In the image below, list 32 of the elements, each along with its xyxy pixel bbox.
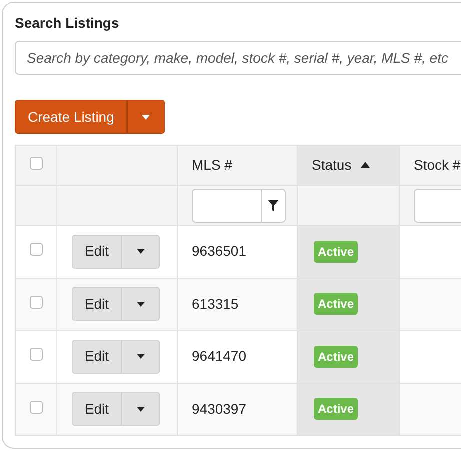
caret-icon (136, 302, 144, 307)
caret-icon (136, 354, 144, 360)
edit-button[interactable]: Edit (72, 234, 122, 269)
caret-icon (142, 114, 150, 120)
column-header[interactable]: Status (312, 157, 352, 173)
edit-button[interactable]: Edit (72, 392, 122, 426)
caret-icon (136, 249, 144, 254)
status-badge: Active (314, 293, 358, 316)
status-badge: Active (314, 346, 358, 368)
section-title: Search Listings (15, 14, 120, 33)
edit-button[interactable]: Edit (72, 287, 122, 322)
filter-field[interactable] (192, 188, 262, 222)
dropdown-toggle-button[interactable] (127, 100, 165, 134)
checkbox[interactable] (30, 348, 42, 362)
mls-number: 9641470 (192, 348, 247, 364)
checkbox[interactable] (30, 243, 42, 256)
mls-number: 9636501 (192, 243, 247, 260)
search-field[interactable]: Search by category, make, model, stock #, serial #, year, MLS #, etc (15, 41, 461, 75)
caret-icon (136, 406, 144, 412)
edit-button[interactable]: Edit (72, 340, 122, 374)
mls-number: 613315 (192, 296, 239, 312)
sort-up-icon[interactable] (360, 162, 370, 168)
checkbox[interactable] (30, 157, 42, 170)
filter-button[interactable] (262, 188, 286, 222)
mls-number: 9430397 (192, 400, 247, 417)
checkbox[interactable] (30, 400, 42, 414)
checkbox[interactable] (30, 296, 42, 309)
column-header[interactable]: MLS # (192, 157, 232, 173)
filter-icon (268, 200, 279, 212)
status-badge: Active (314, 240, 358, 263)
create-listing-button[interactable]: Create Listing (15, 100, 128, 134)
status-badge: Active (314, 398, 358, 420)
